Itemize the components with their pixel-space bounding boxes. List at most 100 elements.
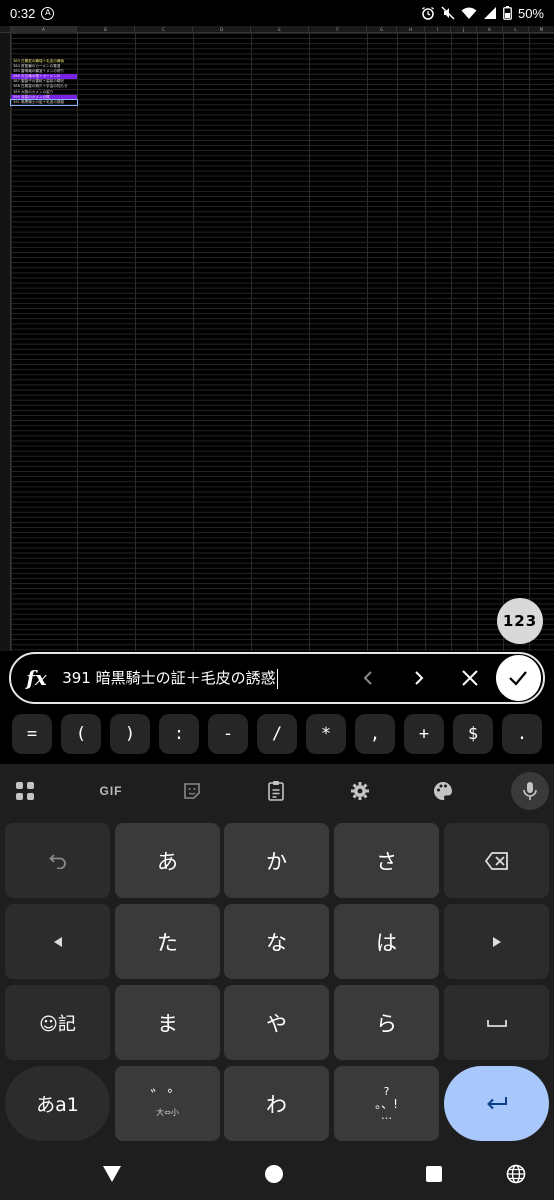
undo-icon	[48, 853, 66, 869]
status-time: 0:32	[10, 5, 36, 21]
spreadsheet-grid[interactable]: ABCDEFGHIJKLMN 383 白鷹蛇の鱗瑞＋毛皮の舞後384 蒼藍輪のカ…	[0, 26, 554, 651]
home-button[interactable]	[262, 1162, 286, 1186]
microphone-button[interactable]	[511, 772, 549, 810]
app-notification-icon: A	[41, 6, 55, 20]
home-circle-icon	[265, 1165, 283, 1183]
column-divider	[251, 33, 252, 651]
key-ra[interactable]: ら	[334, 985, 439, 1060]
column-header-cell[interactable]: D	[193, 26, 251, 33]
column-divider	[135, 33, 136, 651]
key-wa[interactable]: わ	[224, 1066, 329, 1141]
previous-button[interactable]	[342, 654, 393, 702]
active-cell[interactable]: 391 暗黒騎士の証＋毛皮の誘惑	[10, 98, 78, 106]
column-header-cell[interactable]: C	[135, 26, 193, 33]
undo-key[interactable]	[5, 823, 110, 898]
gif-button[interactable]: GIF	[94, 776, 128, 806]
cursor-left-key[interactable]	[5, 904, 110, 979]
wifi-icon	[461, 7, 477, 19]
enter-key[interactable]	[444, 1066, 549, 1141]
symbol-key[interactable]: /	[257, 714, 297, 754]
column-divider	[367, 33, 368, 651]
text-cursor	[276, 668, 279, 689]
column-header-cell[interactable]: E	[251, 26, 309, 33]
column-header-cell[interactable]: M	[529, 26, 554, 33]
column-divider	[529, 33, 530, 651]
column-header-cell[interactable]: A	[11, 26, 77, 33]
backspace-key[interactable]	[444, 823, 549, 898]
punctuation-key[interactable]: ? 。、! …	[334, 1066, 439, 1141]
emoji-symbol-key[interactable]: ☺記	[5, 985, 110, 1060]
apps-grid-icon[interactable]	[10, 776, 40, 806]
signal-icon	[483, 7, 496, 19]
cell-grid[interactable]	[11, 33, 554, 651]
key-ma[interactable]: ま	[115, 985, 220, 1060]
column-a-cells: 383 白鷹蛇の鱗瑞＋毛皮の舞後 384 蒼藍輪のカーメンの雲漫 385 雷鳴竜の鱗…	[10, 59, 78, 106]
column-divider	[477, 33, 478, 651]
row-number-gutter[interactable]	[0, 33, 11, 651]
column-header-cell[interactable]: J	[451, 26, 477, 33]
confirm-button[interactable]	[495, 655, 542, 701]
space-icon	[486, 1019, 507, 1027]
table-cell[interactable]: 388 白鳳皇の鉤爪＋宇由の知らせ	[11, 84, 77, 89]
cancel-button[interactable]	[445, 654, 496, 702]
recents-button[interactable]	[422, 1162, 446, 1186]
key-na[interactable]: な	[224, 904, 329, 979]
input-mode-key[interactable]: あa1	[5, 1066, 110, 1141]
theme-palette-icon[interactable]	[428, 776, 458, 806]
clipboard-icon[interactable]	[261, 776, 291, 806]
space-key[interactable]	[444, 985, 549, 1060]
numeric-keyboard-toggle[interactable]: 123	[497, 598, 543, 644]
symbol-key[interactable]: .	[502, 714, 542, 754]
symbol-key[interactable]: +	[404, 714, 444, 754]
status-icons: 50%	[421, 6, 544, 21]
symbol-key[interactable]: :	[159, 714, 199, 754]
dakuten-sublabel: 大⇔小	[156, 1108, 179, 1117]
dakuten-label: ゛゜	[150, 1088, 185, 1108]
select-all-corner[interactable]	[0, 26, 11, 33]
sticker-icon[interactable]	[177, 776, 207, 806]
symbol-key[interactable]: *	[306, 714, 346, 754]
column-header-cell[interactable]: I	[425, 26, 451, 33]
column-divider	[309, 33, 310, 651]
column-divider	[425, 33, 426, 651]
formula-bar: fx 391 暗黒騎士の証＋毛皮の誘惑	[9, 652, 545, 704]
column-header-cell[interactable]: G	[367, 26, 397, 33]
language-switch-button[interactable]	[504, 1162, 528, 1186]
column-header-cell[interactable]: H	[397, 26, 425, 33]
chevron-right-icon	[415, 671, 424, 685]
status-bar: 0:32 A 50%	[0, 0, 554, 26]
symbol-key[interactable]: ,	[355, 714, 395, 754]
symbol-key[interactable]: $	[453, 714, 493, 754]
column-header-cell[interactable]: B	[77, 26, 135, 33]
column-header-cell[interactable]: L	[503, 26, 529, 33]
dakuten-key[interactable]: ゛゜ 大⇔小	[115, 1066, 220, 1141]
symbol-key[interactable]: )	[110, 714, 150, 754]
settings-gear-icon[interactable]	[345, 776, 375, 806]
fx-icon[interactable]: fx	[11, 666, 62, 690]
key-ta[interactable]: た	[115, 904, 220, 979]
key-sa[interactable]: さ	[334, 823, 439, 898]
soft-keyboard: GIF あ か さ た な は ☺記 ま や ら あa1 ゛゜ 大⇔小 わ ? …	[0, 764, 554, 1148]
column-header-cell[interactable]: F	[309, 26, 367, 33]
key-ka[interactable]: か	[224, 823, 329, 898]
key-ya[interactable]: や	[224, 985, 329, 1060]
key-a[interactable]: あ	[115, 823, 220, 898]
back-button[interactable]	[100, 1162, 124, 1186]
cursor-right-key[interactable]	[444, 904, 549, 979]
battery-icon	[503, 6, 512, 20]
battery-percent: 50%	[517, 5, 544, 21]
formula-input[interactable]: 391 暗黒騎士の証＋毛皮の誘惑	[62, 667, 342, 689]
column-header: ABCDEFGHIJKLMN	[0, 26, 554, 33]
symbol-key[interactable]: (	[61, 714, 101, 754]
key-ha[interactable]: は	[334, 904, 439, 979]
column-divider	[503, 33, 504, 651]
next-button[interactable]	[393, 654, 444, 702]
symbol-key[interactable]: =	[12, 714, 52, 754]
column-header-cell[interactable]: K	[477, 26, 503, 33]
mute-icon	[441, 6, 455, 20]
symbol-key[interactable]: -	[208, 714, 248, 754]
punct-bottom: …	[381, 1109, 392, 1122]
column-divider	[77, 33, 78, 651]
system-navigation-bar	[0, 1148, 554, 1200]
globe-icon	[506, 1164, 526, 1184]
